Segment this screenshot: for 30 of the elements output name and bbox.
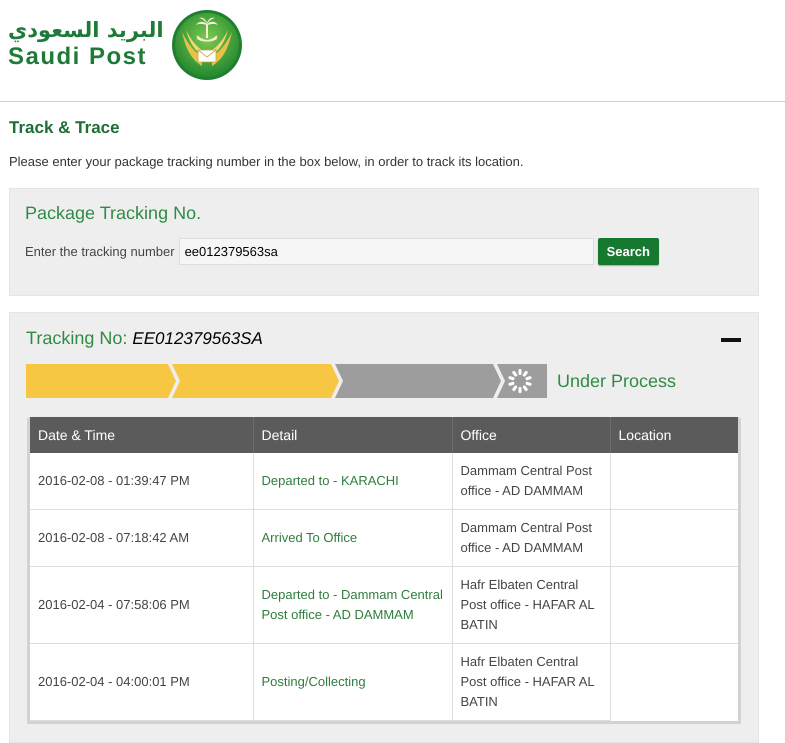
tracking-number-input[interactable]: ee012379563sa	[178, 238, 594, 265]
search-button[interactable]: Search	[598, 238, 659, 265]
table-cell: Posting/Collecting	[253, 644, 452, 720]
loading-spinner-icon	[508, 369, 532, 393]
table-cell: 2016-02-08 - 01:39:47 PM	[30, 453, 253, 510]
status-label: Under Process	[557, 370, 676, 393]
logo-arabic-text: البريد السعودي	[8, 17, 164, 44]
table-cell: 2016-02-04 - 07:58:06 PM	[30, 566, 253, 644]
field-label: Enter the tracking number	[25, 244, 175, 260]
table-cell: Dammam Central Post office - AD DAMMAM	[452, 453, 610, 510]
column-header: Detail	[253, 417, 452, 453]
table-cell: Departed to - KARACHI	[253, 453, 452, 510]
column-header: Office	[452, 417, 610, 453]
panel-title: Package Tracking No.	[25, 202, 202, 225]
collapse-icon[interactable]	[721, 338, 741, 342]
table-cell: Departed to - Dammam Central Post office - AD DAMMAM	[253, 566, 452, 644]
tracking-number: EE012379563SA	[132, 328, 263, 350]
column-header: Location	[610, 417, 738, 453]
table-cell: 2016-02-04 - 04:00:01 PM	[30, 644, 253, 720]
tracking-label: Tracking No:	[26, 327, 128, 350]
table-cell: Hafr Elbaten Central Post office - HAFAR AL BATIN	[452, 644, 610, 720]
table-cell: Hafr Elbaten Central Post office - HAFAR AL BATIN	[452, 566, 610, 644]
table-cell: Dammam Central Post office - AD DAMMAM	[452, 510, 610, 566]
page-description: Please enter your package tracking number in the box below, in order to track its location.	[9, 154, 525, 170]
page-title: Track & Trace	[9, 117, 121, 139]
table-cell: 2016-02-08 - 07:18:42 AM	[30, 510, 253, 566]
table-cell: Arrived To Office	[253, 510, 452, 566]
palm-envelope-emblem-icon	[172, 10, 242, 80]
column-header: Date & Time	[30, 417, 253, 453]
logo-text: Saudi Post	[8, 44, 148, 70]
